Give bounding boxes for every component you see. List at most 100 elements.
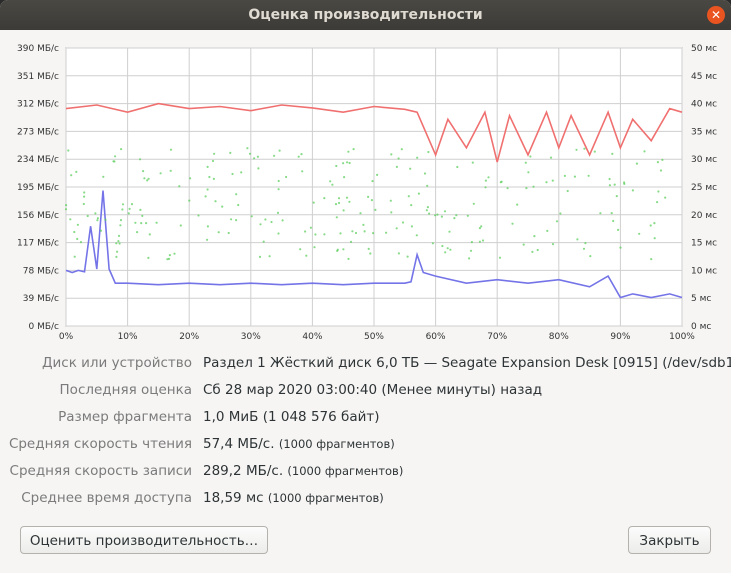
access-time-point — [498, 256, 502, 259]
access-time-point — [345, 196, 349, 199]
access-time-point — [337, 201, 341, 205]
last-benchmark-label: Последняя оценка — [59, 382, 192, 398]
access-time-point — [563, 174, 567, 177]
access-time-point — [76, 223, 79, 226]
access-time-point — [336, 248, 339, 251]
access-time-point — [531, 250, 534, 253]
access-time-point — [423, 172, 427, 175]
access-time-point — [231, 172, 234, 176]
access-time-point — [347, 150, 350, 153]
access-time-point — [189, 177, 192, 180]
access-time-point — [608, 184, 612, 187]
access-time-point — [342, 209, 345, 212]
y-left-tick-label: 195 МБ/с — [17, 183, 59, 193]
access-time-point — [536, 248, 539, 252]
access-time-point — [487, 176, 490, 179]
last-benchmark-value: Сб 28 мар 2020 03:00:40 (Менее минуты) н… — [203, 382, 543, 398]
access-time-point — [146, 179, 149, 182]
access-time-point — [545, 181, 548, 184]
access-time-point — [480, 225, 483, 228]
access-time-point — [348, 200, 351, 203]
access-time-point — [212, 177, 215, 180]
access-time-point — [211, 159, 215, 163]
access-time-point — [346, 161, 349, 164]
access-time-point — [587, 174, 590, 177]
access-time-point — [456, 165, 459, 169]
close-button[interactable]: Закрыть — [628, 526, 711, 554]
access-time-point — [94, 212, 97, 215]
access-time-point — [167, 257, 171, 260]
access-time-point — [312, 201, 315, 204]
access-time-point — [169, 148, 173, 151]
device-row: Диск или устройство Раздел 1 Жёсткий дис… — [0, 355, 731, 377]
access-time-point — [136, 231, 139, 234]
read-rate-value: 57,4 МБ/с. (1000 фрагментов) — [203, 436, 395, 452]
access-time-point — [441, 244, 444, 248]
access-time-point — [188, 199, 191, 202]
access-time-point — [96, 219, 99, 222]
read-rate-note: (1000 фрагментов) — [278, 437, 395, 451]
access-time-point — [141, 214, 144, 217]
x-tick-label: 20% — [179, 332, 199, 340]
close-icon[interactable]: ✕ — [707, 6, 725, 24]
access-time-point — [347, 257, 350, 260]
x-tick-label: 30% — [241, 332, 261, 340]
access-time-point — [395, 165, 398, 168]
access-time-point — [299, 248, 302, 251]
access-time-point — [118, 242, 121, 245]
access-time-point — [264, 218, 267, 221]
access-time-point — [305, 254, 308, 257]
access-time-point — [86, 214, 89, 218]
access-time-point — [484, 179, 487, 182]
access-time-point — [130, 203, 134, 206]
access-time-point — [599, 212, 602, 215]
access-time-point — [612, 219, 615, 223]
access-time-point — [178, 185, 181, 188]
access-time-point — [400, 148, 403, 151]
access-time-point — [323, 197, 326, 200]
access-time-row: Среднее время доступа 18,59 мс (1000 фра… — [0, 490, 731, 512]
access-time-point — [635, 162, 639, 165]
y-right-tick-label: 10 мс — [691, 266, 717, 276]
access-time-point — [96, 217, 99, 220]
access-time-point — [376, 173, 379, 176]
start-benchmark-button[interactable]: Оценить производительность… — [20, 526, 268, 554]
y-right-tick-label: 40 мс — [691, 100, 717, 110]
access-time-point — [395, 227, 398, 230]
access-time-point — [478, 240, 481, 243]
access-time-point — [102, 175, 105, 178]
access-time-point — [527, 171, 530, 174]
access-time-point — [168, 254, 171, 257]
access-time-point — [273, 154, 276, 157]
write-rate-note: (1000 фрагментов) — [287, 464, 404, 478]
access-time-point — [643, 150, 646, 153]
access-time-point — [248, 152, 252, 155]
access-time-point — [147, 256, 150, 259]
access-time-point — [335, 216, 338, 219]
access-time-point — [352, 148, 355, 151]
access-time-point — [208, 175, 211, 179]
access-time-point — [359, 212, 362, 215]
access-time-point — [230, 218, 233, 221]
access-time-point — [499, 181, 502, 184]
x-tick-label: 0% — [59, 332, 74, 340]
access-time-point — [268, 255, 271, 258]
access-time-point — [277, 232, 280, 235]
access-time-point — [197, 214, 200, 217]
access-time-point — [70, 174, 73, 177]
access-time-point — [221, 205, 224, 208]
access-time-point — [546, 229, 549, 232]
access-time-point — [277, 188, 280, 191]
device-label: Диск или устройство — [41, 355, 192, 371]
access-time-point — [611, 152, 614, 155]
access-time-point — [348, 161, 351, 165]
access-time-point — [362, 223, 365, 226]
access-time-point — [390, 153, 393, 156]
access-time-point — [516, 203, 519, 206]
y-right-tick-label: 5 мс — [691, 294, 711, 304]
access-time-point — [134, 221, 137, 224]
access-time-point — [115, 255, 118, 258]
x-tick-label: 80% — [549, 332, 569, 340]
access-time-point — [656, 201, 659, 204]
access-time-point — [415, 234, 418, 237]
